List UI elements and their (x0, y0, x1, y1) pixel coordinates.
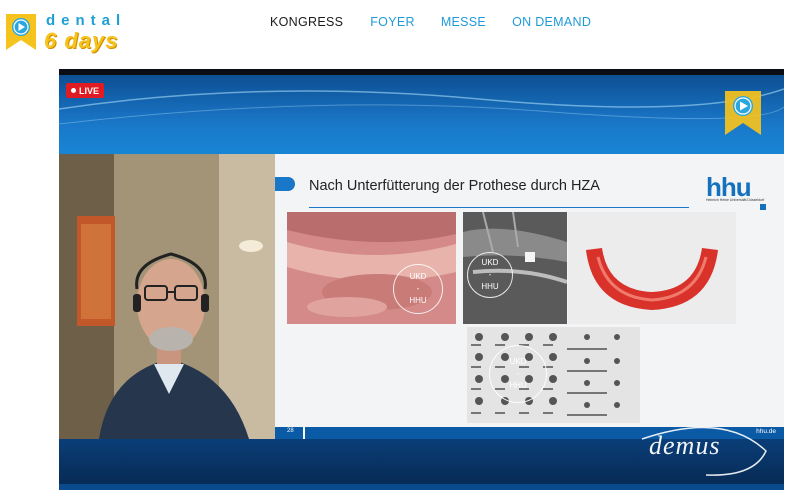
xray-image: UKD - HHU (463, 212, 567, 324)
logo-text-dental: dental (46, 12, 127, 29)
watermark-text-ukd: UKD (481, 258, 499, 267)
nav-item-foyer[interactable]: FOYER (370, 15, 415, 35)
watermark-text-hhu: HHU (409, 296, 427, 305)
main-nav: KONGRESS FOYER MESSE ON DEMAND (270, 15, 591, 35)
test-results-grid: UKD - HHU (467, 327, 640, 423)
nav-item-messe[interactable]: MESSE (441, 15, 486, 35)
hhu-logo-square (760, 204, 766, 210)
site-header: dental 6 days KONGRESS FOYER MESSE ON DE… (0, 0, 790, 60)
play-badge-icon (725, 91, 761, 135)
live-dot-icon (71, 88, 76, 93)
slide-title-underline (309, 207, 689, 208)
logo-text-6-days: 6 days (44, 28, 119, 53)
play-badge-icon (6, 14, 36, 50)
demus-swoosh-icon (641, 426, 767, 476)
hhu-logo-subtext: Heinrich Heine Universität Düsseldorf (706, 198, 765, 202)
live-badge: LIVE (66, 83, 105, 98)
watermark-text-sep: - (516, 369, 520, 378)
image-watermark: UKD - HHU (467, 252, 513, 298)
denture-photo (568, 212, 736, 324)
watermark-text-hhu: HHU (481, 282, 499, 291)
nav-item-kongress[interactable]: KONGRESS (270, 15, 343, 35)
slide-page-number: 28 (287, 428, 294, 434)
slide-title: Nach Unterfütterung der Prothese durch H… (309, 178, 600, 194)
live-label: LIVE (79, 85, 100, 96)
watermark-text-ukd: UKD (409, 272, 427, 281)
slide-accent-bar (275, 177, 295, 191)
image-watermark: UKD - HHU (393, 264, 443, 314)
watermark-text-hhu: HHU (509, 381, 527, 390)
video-player[interactable]: LIVE Nach Unterfütterung der Prothese du… (59, 69, 784, 490)
speaker-webcam (59, 154, 275, 439)
slide-footer-separator (303, 427, 305, 439)
clinical-photo-gums: UKD - HHU (287, 212, 456, 324)
presentation-slide: Nach Unterfütterung der Prothese durch H… (275, 154, 784, 439)
dental-6-days-logo[interactable]: dental 6 days (4, 8, 139, 53)
watermark-text-ukd: UKD (509, 357, 527, 366)
watermark-text-sep: - (416, 284, 420, 293)
speaker-image (59, 154, 275, 439)
watermark-text-sep: - (488, 270, 492, 279)
nav-item-on-demand[interactable]: ON DEMAND (512, 15, 591, 35)
image-watermark: UKD - HHU (489, 345, 547, 403)
